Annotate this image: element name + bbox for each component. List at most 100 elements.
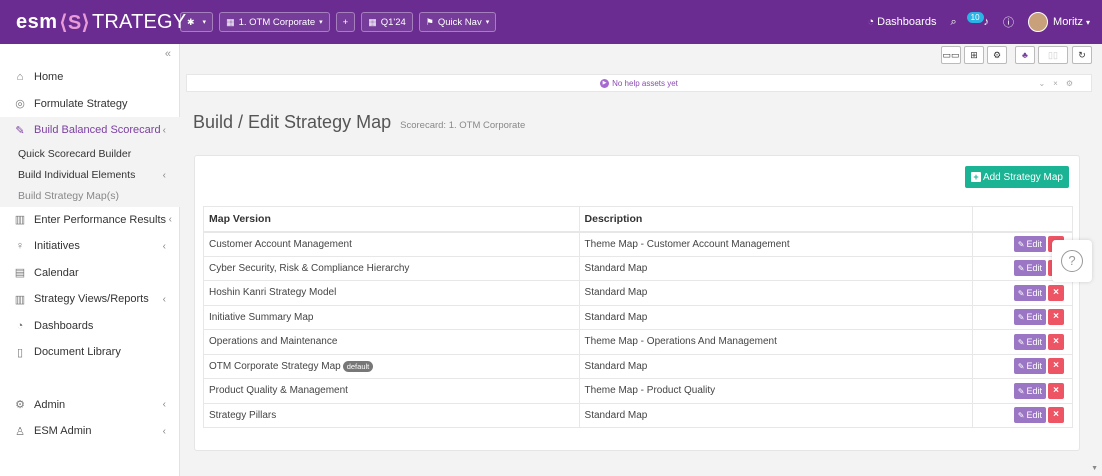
gauge-icon: ◔ [867,16,875,28]
sidebar: « ⌂ Home ◎ Formulate Strategy ✎ Build Ba… [0,44,180,476]
table-row: Operations and Maintenance Theme Map - O… [203,329,1073,355]
edit-button[interactable]: ✎ Edit [1013,358,1046,375]
column-header-map-version[interactable]: Map Version [203,206,580,233]
gear-icon[interactable]: ⚙ [1066,79,1081,88]
actions-cell: ✎Edit× [972,304,1073,330]
bookmark-icon: ⚑ [425,16,434,27]
sidebar-item-enter-performance-results[interactable]: ▥ Enter Performance Results ‹ [0,207,180,234]
refresh-button[interactable]: ↻ [1072,46,1092,64]
description-cell: Standard Map [578,304,974,330]
edit-button[interactable]: ✎ Edit [1013,260,1046,277]
sidebar-item-admin[interactable]: ⚙ Admin ‹ [0,392,180,419]
search-button[interactable]: ⌕ [950,16,956,29]
sidebar-item-build-balanced-scorecard[interactable]: ✎ Build Balanced Scorecard ‹ [0,117,180,144]
pencil-icon: ✎ [1017,411,1025,421]
pencil-icon: ✎ [1017,362,1025,372]
logo-mark-icon: ⟨S⟩ [59,11,90,34]
toggle-view-button[interactable]: ▭▭ [941,46,961,64]
bell-icon: ♪ [983,16,990,28]
floating-help-button[interactable]: ? [1052,240,1092,282]
sidebar-subitem-quick-scorecard-builder[interactable]: Quick Scorecard Builder [0,143,180,165]
plus-square-icon: + [970,172,981,182]
column-header-description[interactable]: Description [578,206,974,233]
add-element-button[interactable]: ⊞ [964,46,984,64]
delete-button[interactable]: × [1048,358,1064,375]
close-icon[interactable]: × [1053,79,1066,88]
description-cell: Standard Map [578,402,974,428]
flag-selector-button[interactable]: ✱ ▾ [180,12,214,32]
delete-button[interactable]: × [1048,407,1064,424]
disabled-tool-button[interactable]: ▯▯ [1038,46,1068,64]
table-row: Customer Account Management Theme Map - … [203,231,1073,257]
actions-cell: ✎Edit× [972,280,1073,306]
add-scorecard-button[interactable]: + [335,12,356,32]
edit-button[interactable]: ✎ Edit [1013,236,1046,252]
default-badge: default [342,360,374,372]
chevron-down-icon: ▾ [319,19,323,26]
sidebar-item-initiatives[interactable]: ♀ Initiatives ‹ [0,233,180,260]
collapse-sidebar-button[interactable]: « [165,48,171,60]
app-logo[interactable]: esm ⟨S⟩ TRATEGY [0,0,186,44]
page-title: Build / Edit Strategy Map Scorecard: 1. … [193,112,526,132]
document-icon: ▯ [16,346,24,359]
sidebar-item-calendar[interactable]: ▤ Calendar [0,260,180,287]
dashboards-link[interactable]: ◔ Dashboards [867,16,936,28]
delete-button[interactable]: × [1048,333,1064,350]
edit-button[interactable]: ✎ Edit [1013,382,1046,399]
bar-chart-icon: ▥ [14,214,26,227]
user-menu[interactable]: Moritz ▾ [1028,12,1090,32]
delete-button[interactable]: × [1048,284,1064,301]
person-icon: ♙ [15,425,25,438]
play-icon: ▶ [600,78,610,88]
notifications-button[interactable]: 10 ♪ [966,11,990,28]
edit-button[interactable]: ✎ Edit [1013,284,1046,301]
sidebar-item-dashboards[interactable]: ◔ Dashboards [0,313,180,340]
chevron-down-icon: ▾ [1085,17,1090,27]
lightbulb-icon: ♀ [15,240,25,253]
topbar-right: ◔ Dashboards ⌕ 10 ♪ ⓘ Moritz ▾ [853,11,1102,32]
description-cell: Theme Map - Operations And Management [578,329,974,355]
pencil-icon: ✎ [1017,313,1025,323]
sidebar-item-document-library[interactable]: ▯ Document Library [0,339,180,366]
sidebar-subitem-build-strategy-maps[interactable]: Build Strategy Map(s) [0,185,180,207]
delete-button[interactable]: × [1048,309,1064,326]
table-row: Initiative Summary Map Standard Map ✎ Edi… [203,304,1073,330]
table-row: Strategy Pillars Standard Map ✎ Edit × [203,402,1073,428]
column-header-actions [972,206,1073,233]
notification-badge: 10 [966,11,984,23]
sidebar-item-strategy-views-reports[interactable]: ▥ Strategy Views/Reports ‹ [0,286,180,313]
sidebar-item-esm-admin[interactable]: ♙ ESM Admin ‹ [0,418,180,445]
map-version-cell: OTM Corporate Strategy Map default [203,353,580,379]
table-row: Hoshin Kanri Strategy Model Standard Map… [203,280,1073,306]
sidebar-subitem-build-individual-elements[interactable]: Build Individual Elements ‹ [0,164,180,186]
chevron-left-icon: ‹ [162,124,166,136]
delete-button[interactable]: × [1048,382,1064,399]
edit-button[interactable]: ✎ Edit [1013,309,1046,326]
add-strategy-map-button[interactable]: + Add Strategy Map [964,166,1069,188]
scroll-down-arrow[interactable]: ▼ [1091,465,1098,472]
chevron-left-icon: ‹ [162,169,166,181]
help-button[interactable]: ⓘ [1003,14,1014,30]
pencil-icon: ✎ [1017,386,1025,396]
question-icon: ? [1061,250,1083,272]
description-cell: Standard Map [578,255,974,281]
sidebar-nav: ⌂ Home ◎ Formulate Strategy ✎ Build Bala… [0,64,180,445]
scorecard-selector-button[interactable]: ▦ 1. OTM Corporate ▾ [219,12,330,32]
actions-cell: ✎Edit× [972,378,1073,404]
period-selector-button[interactable]: ▦ Q1'24 [361,12,413,32]
refresh-icon: ↻ [1078,49,1086,60]
edit-button[interactable]: ✎ Edit [1013,333,1046,350]
helpbar-controls[interactable]: ⌄×⚙ [1038,79,1081,88]
chevron-down-icon[interactable]: ⌄ [1038,79,1053,88]
edit-button[interactable]: ✎ Edit [1013,407,1046,424]
settings-button[interactable]: ⚙ [987,46,1007,64]
tree-button[interactable]: ♣ [1015,46,1035,64]
map-version-cell: Hoshin Kanri Strategy Model [203,280,580,306]
columns-icon: ▥ [14,293,26,306]
sidebar-item-formulate-strategy[interactable]: ◎ Formulate Strategy [0,91,180,118]
description-cell: Theme Map - Customer Account Management [578,231,974,257]
chevron-down-icon: ▾ [485,19,490,26]
quick-nav-button[interactable]: ⚑ Quick Nav ▾ [418,12,497,32]
sidebar-item-home[interactable]: ⌂ Home [0,64,180,91]
strategy-map-table: Map Version Description Customer Account… [203,206,1073,428]
